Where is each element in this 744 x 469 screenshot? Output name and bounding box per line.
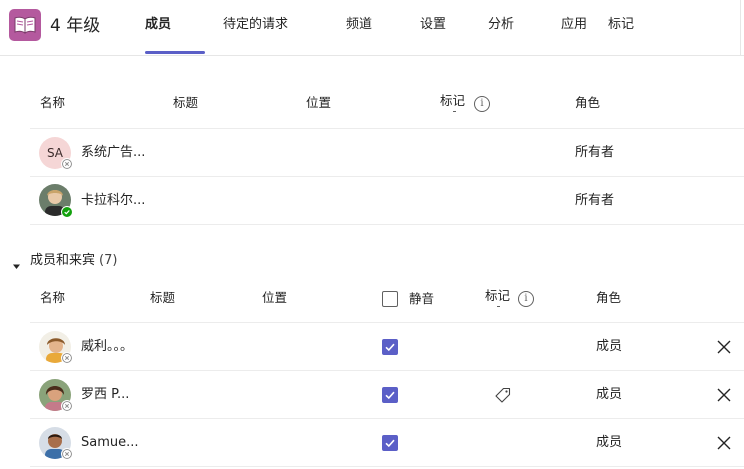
book-icon bbox=[14, 16, 36, 34]
active-tab-indicator bbox=[145, 51, 205, 54]
column-header-tags-underline bbox=[497, 306, 500, 307]
column-header-role[interactable]: 角色 bbox=[575, 94, 600, 112]
info-icon[interactable]: i bbox=[518, 291, 534, 307]
column-header-mute[interactable]: 静音 bbox=[409, 290, 434, 308]
member-role[interactable]: 成员 bbox=[596, 434, 622, 452]
tab-settings[interactable]: 设置 bbox=[420, 16, 446, 34]
close-icon bbox=[717, 388, 731, 402]
member-role[interactable]: 所有者 bbox=[575, 192, 614, 210]
checkmark-icon bbox=[385, 343, 395, 352]
remove-member-button[interactable] bbox=[716, 435, 732, 451]
column-header-location[interactable]: 位置 bbox=[262, 289, 287, 307]
remove-member-button[interactable] bbox=[716, 387, 732, 403]
column-header-name[interactable]: 名称 bbox=[40, 94, 65, 112]
tab-members[interactable]: 成员 bbox=[145, 16, 171, 34]
team-name: 4 年级 bbox=[50, 16, 101, 36]
section-title[interactable]: 成员和来宾 bbox=[30, 252, 95, 270]
column-header-tags[interactable]: 标记 bbox=[485, 287, 510, 305]
info-icon[interactable]: i bbox=[474, 96, 490, 112]
mute-all-checkbox[interactable] bbox=[382, 291, 398, 307]
presence-offline-icon bbox=[61, 400, 73, 412]
row-divider bbox=[30, 466, 744, 467]
column-header-location[interactable]: 位置 bbox=[306, 94, 331, 112]
column-header-tags[interactable]: 标记 bbox=[440, 92, 465, 110]
team-logo bbox=[9, 9, 41, 41]
presence-available-icon bbox=[61, 206, 73, 218]
section-count: (7) bbox=[99, 253, 118, 268]
row-divider bbox=[30, 224, 744, 225]
presence-offline-icon bbox=[61, 158, 73, 170]
member-name[interactable]: 威利。。。 bbox=[81, 338, 133, 356]
column-header-tags-underline bbox=[453, 111, 456, 112]
member-name[interactable]: Samue... bbox=[81, 434, 139, 452]
checkmark-icon bbox=[385, 439, 395, 448]
mute-checkbox[interactable] bbox=[382, 435, 398, 451]
member-role[interactable]: 成员 bbox=[596, 338, 622, 356]
member-name[interactable]: 系统广告... bbox=[81, 144, 145, 162]
member-role[interactable]: 成员 bbox=[596, 386, 622, 404]
tab-pending-requests[interactable]: 待定的请求 bbox=[223, 16, 288, 34]
mute-checkbox[interactable] bbox=[382, 339, 398, 355]
column-header-title[interactable]: 标题 bbox=[173, 94, 198, 112]
member-role[interactable]: 所有者 bbox=[575, 144, 614, 162]
checkmark-icon bbox=[385, 391, 395, 400]
tab-analytics[interactable]: 分析 bbox=[488, 16, 514, 34]
tag-icon[interactable] bbox=[494, 386, 512, 404]
window-edge bbox=[740, 0, 741, 55]
member-name[interactable]: 罗西 P... bbox=[81, 386, 129, 404]
column-header-role[interactable]: 角色 bbox=[596, 289, 621, 307]
remove-member-button[interactable] bbox=[716, 339, 732, 355]
collapse-chevron-icon[interactable] bbox=[12, 256, 21, 275]
member-name[interactable]: 卡拉科尔... bbox=[81, 192, 145, 210]
close-icon bbox=[717, 340, 731, 354]
tab-channels[interactable]: 频道 bbox=[346, 16, 372, 34]
close-icon bbox=[717, 436, 731, 450]
column-header-title[interactable]: 标题 bbox=[150, 289, 175, 307]
tab-apps[interactable]: 应用 bbox=[561, 16, 587, 34]
mute-checkbox[interactable] bbox=[382, 387, 398, 403]
column-header-name[interactable]: 名称 bbox=[40, 289, 65, 307]
presence-offline-icon bbox=[61, 448, 73, 460]
presence-offline-icon bbox=[61, 352, 73, 364]
tab-tags[interactable]: 标记 bbox=[608, 16, 634, 34]
